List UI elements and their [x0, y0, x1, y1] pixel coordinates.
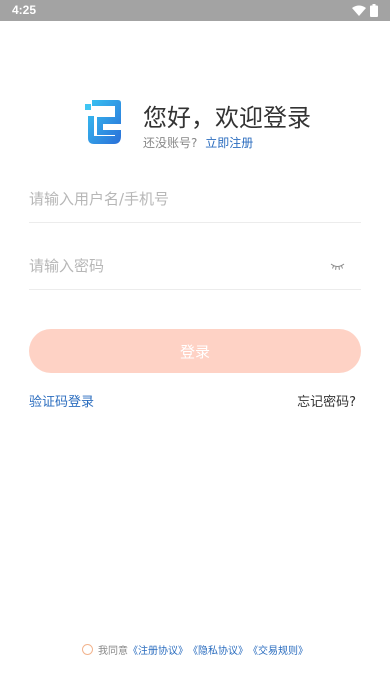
register-prompt: 还没账号? 立即注册 — [143, 134, 253, 151]
agree-checkbox[interactable] — [82, 644, 93, 655]
status-bar: 4:25 — [0, 0, 390, 21]
sms-code-login-link[interactable]: 验证码登录 — [29, 391, 94, 410]
page-title: 您好，欢迎登录 — [143, 104, 311, 132]
forgot-password-link[interactable]: 忘记密码? — [297, 391, 356, 410]
agree-prefix: 我同意 — [98, 646, 128, 657]
eye-closed-icon[interactable] — [330, 261, 345, 271]
privacy-link[interactable]: 《隐私协议》 — [188, 642, 248, 657]
status-time: 4:25 — [12, 3, 37, 17]
battery-icon — [370, 4, 378, 17]
password-input[interactable] — [29, 251, 319, 281]
terms-link[interactable]: 《注册协议》 — [128, 642, 188, 657]
brand-logo-icon — [85, 100, 121, 144]
password-field-container — [29, 243, 361, 290]
login-button[interactable]: 登录 — [29, 329, 361, 373]
register-link[interactable]: 立即注册 — [205, 136, 253, 150]
status-icons — [352, 4, 378, 17]
username-field-container — [29, 176, 361, 223]
no-account-text: 还没账号? — [143, 136, 198, 150]
username-input[interactable] — [29, 184, 319, 214]
welcome-header: 您好，欢迎登录 还没账号? 立即注册 — [84, 98, 344, 154]
trade-rules-link[interactable]: 《交易规则》 — [248, 642, 308, 657]
wifi-icon — [352, 5, 366, 16]
agreement-row: 我同意 《注册协议》 《隐私协议》 《交易规则》 — [82, 642, 308, 657]
